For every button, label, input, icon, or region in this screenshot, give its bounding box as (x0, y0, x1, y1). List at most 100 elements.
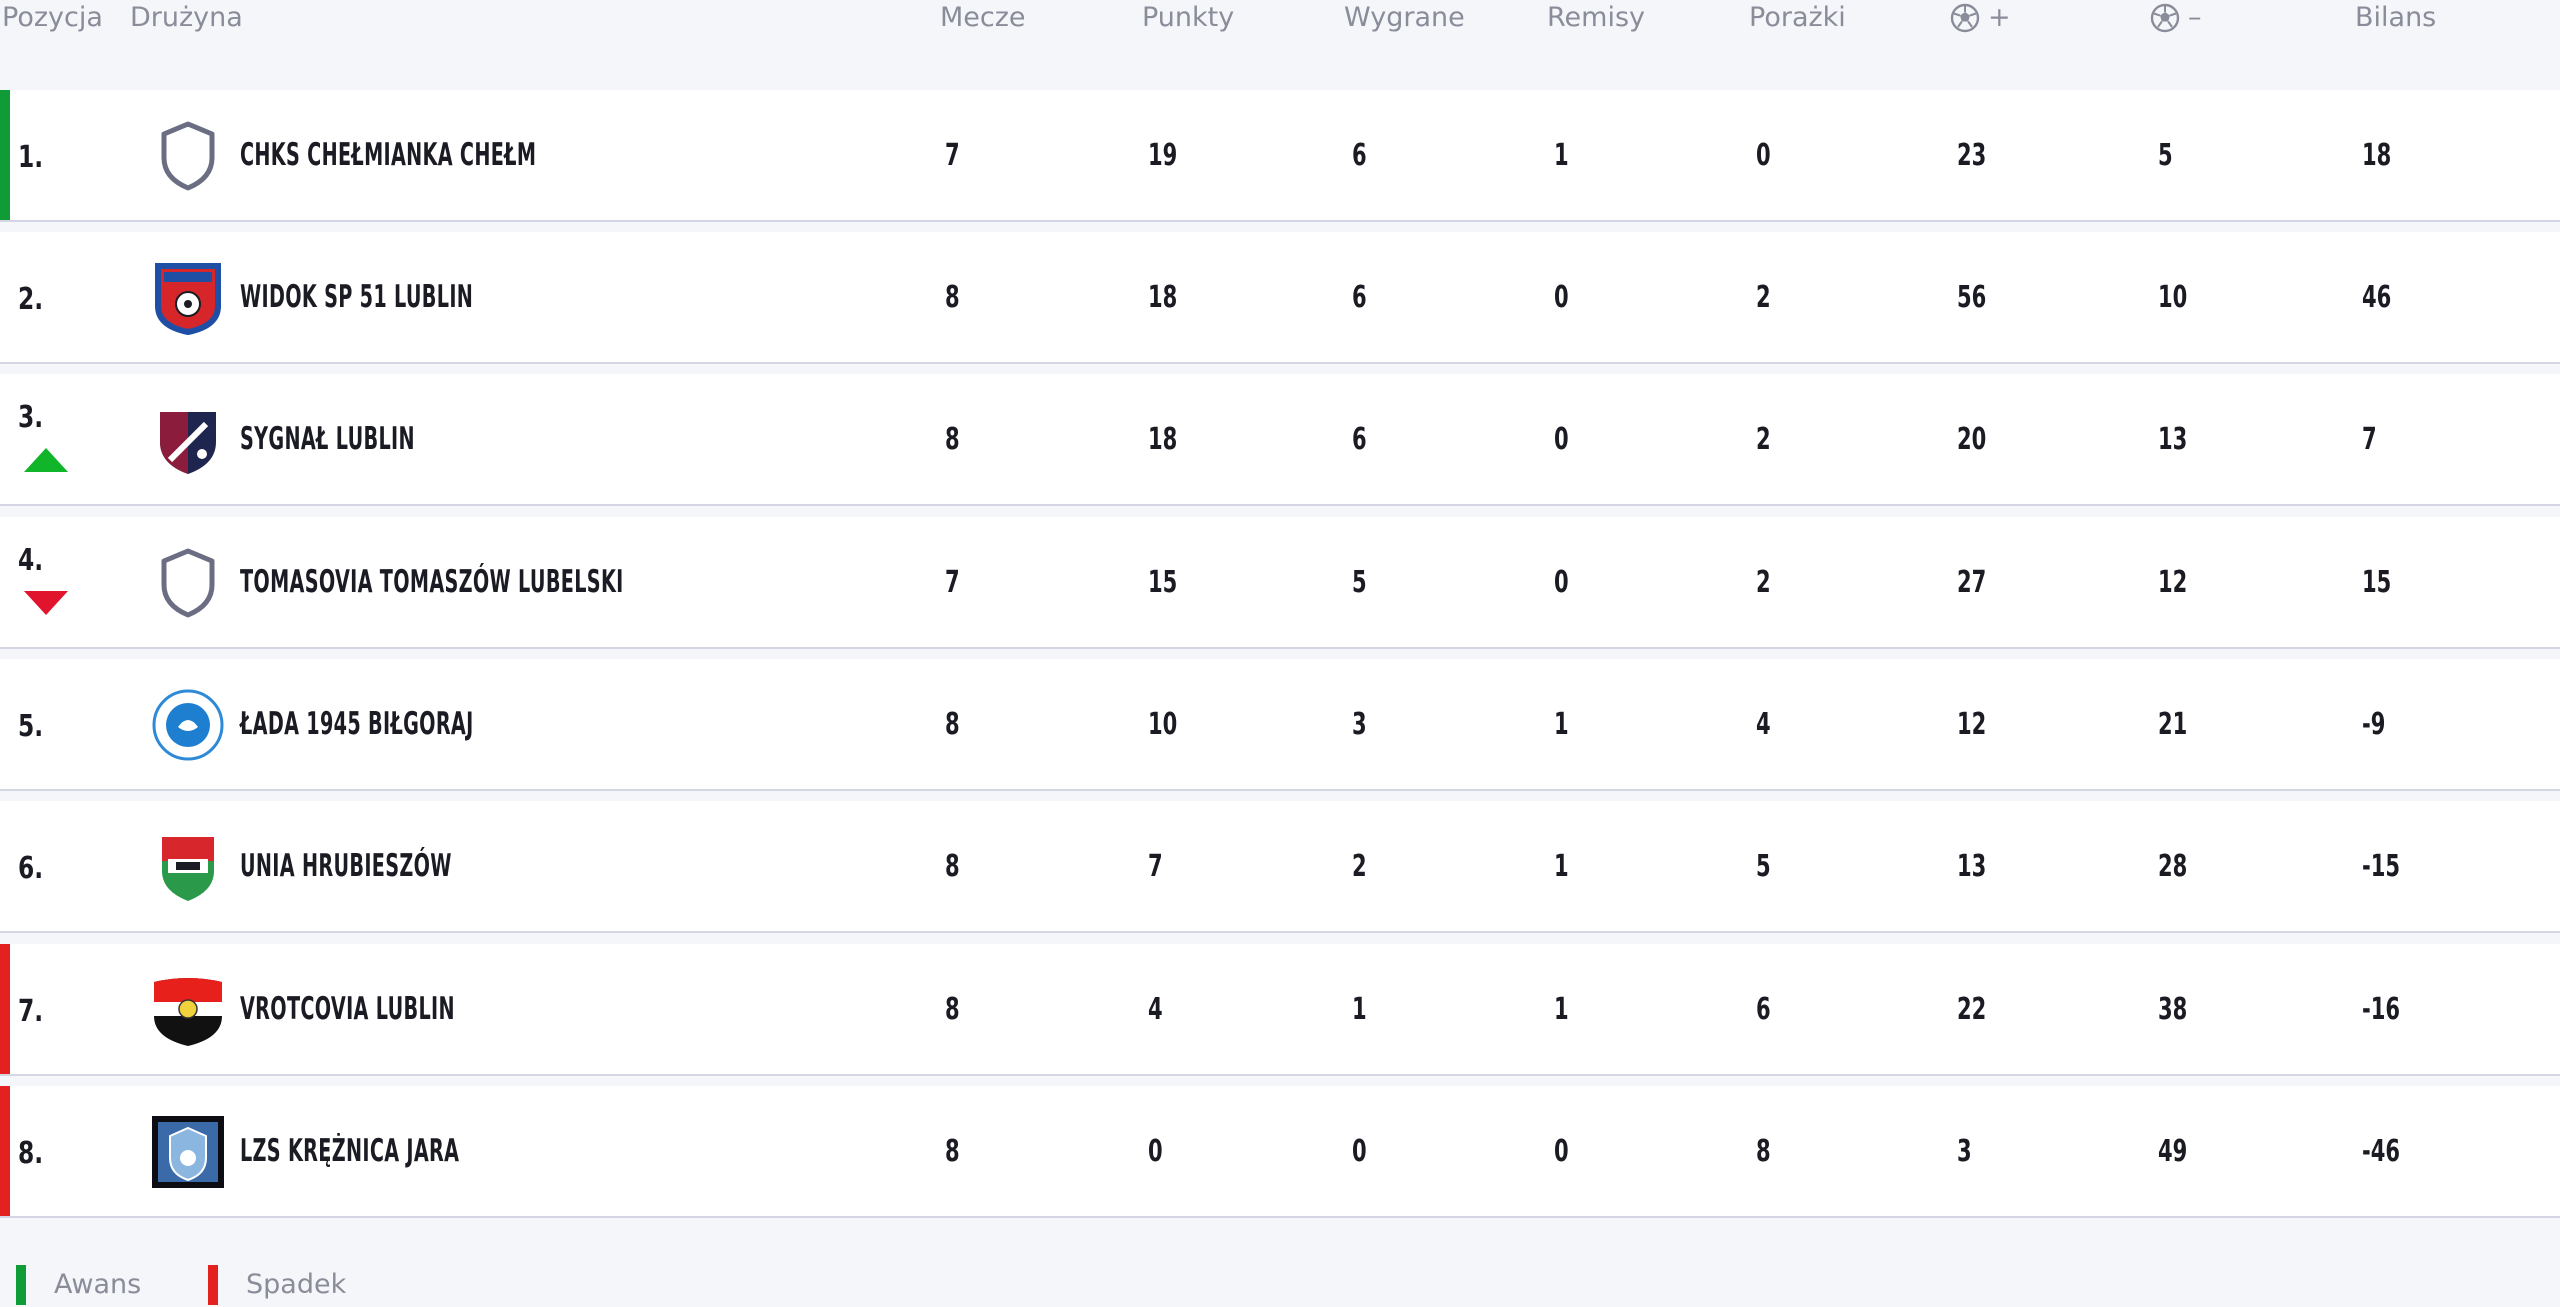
cell-ga: 13 (2158, 421, 2188, 457)
relegation-marker (208, 1264, 218, 1305)
cell-points: 10 (1148, 706, 1178, 742)
team-name[interactable]: LZS KRĘŻNICA JARA (240, 1086, 459, 1216)
table-row[interactable]: 7. VROTCOVIA LUBLIN 8 4 1 1 6 22 38 -16 (0, 944, 2560, 1076)
legend-relegation-label: Spadek (246, 1269, 347, 1300)
relegation-stripe (0, 1086, 10, 1216)
cell-gf: 27 (1957, 564, 1987, 600)
cell-ga: 49 (2158, 1133, 2188, 1169)
cell-points: 18 (1148, 279, 1178, 315)
header-team[interactable]: Drużyna (130, 2, 243, 33)
header-losses[interactable]: Porażki (1749, 2, 1846, 33)
cell-gf: 23 (1957, 137, 1987, 173)
cell-draws: 1 (1554, 848, 1569, 884)
cell-balance: -46 (2362, 1133, 2401, 1169)
promotion-stripe (0, 90, 10, 220)
position-number: 1. (18, 140, 44, 175)
cell-balance: -15 (2362, 848, 2401, 884)
cell-wins: 2 (1352, 848, 1367, 884)
header-goals-against[interactable]: – (2150, 2, 2202, 33)
header-position[interactable]: Pozycja (2, 2, 103, 33)
cell-balance: 15 (2362, 564, 2392, 600)
cell-losses: 2 (1756, 564, 1771, 600)
table-row[interactable]: 6. UNIA HRUBIESZÓW 8 7 2 1 5 13 28 -15 (0, 801, 2560, 933)
cell-ga: 10 (2158, 279, 2188, 315)
team-name[interactable]: VROTCOVIA LUBLIN (240, 944, 455, 1074)
cell-wins: 1 (1352, 991, 1367, 1027)
header-draws[interactable]: Remisy (1547, 2, 1645, 33)
cell-losses: 0 (1756, 137, 1771, 173)
team-name[interactable]: SYGNAŁ LUBLIN (240, 374, 415, 504)
cell-points: 15 (1148, 564, 1178, 600)
cell-points: 4 (1148, 991, 1163, 1027)
cell-gf: 3 (1957, 1133, 1972, 1169)
cell-draws: 0 (1554, 564, 1569, 600)
header-balance[interactable]: Bilans (2355, 2, 2436, 33)
cell-ga: 38 (2158, 991, 2188, 1027)
league-table: Pozycja Drużyna Mecze Punkty Wygrane Rem… (0, 0, 2560, 1307)
cell-points: 0 (1148, 1133, 1163, 1169)
legend-promotion-label: Awans (54, 1269, 142, 1300)
cell-wins: 6 (1352, 137, 1367, 173)
header-goals-for[interactable]: + (1950, 2, 2011, 33)
trend-up-icon (24, 448, 68, 472)
cell-played: 7 (945, 137, 960, 173)
table-row[interactable]: 4. TOMASOVIA TOMASZÓW LUBELSKI 7 15 5 0 2 27 12 1… (0, 517, 2560, 649)
cell-points: 19 (1148, 137, 1178, 173)
cell-played: 8 (945, 991, 960, 1027)
table-row[interactable]: 5. ŁADA 1945 BIŁGORAJ 8 10 3 1 4 12 21 -9 (0, 659, 2560, 791)
cell-played: 8 (945, 848, 960, 884)
trend-down-icon (24, 591, 68, 615)
cell-played: 7 (945, 564, 960, 600)
position-number: 6. (18, 851, 44, 886)
table-row[interactable]: 8. LZS KRĘŻNICA JARA 8 0 0 0 8 3 49 -46 (0, 1086, 2560, 1218)
header-wins[interactable]: Wygrane (1344, 2, 1465, 33)
cell-draws: 0 (1554, 421, 1569, 457)
position-number: 2. (18, 282, 44, 317)
cell-wins: 3 (1352, 706, 1367, 742)
cell-wins: 0 (1352, 1133, 1367, 1169)
cell-balance: -9 (2362, 706, 2386, 742)
team-name[interactable]: WIDOK SP 51 LUBLIN (240, 232, 473, 362)
table-row[interactable]: 1. CHKS CHEŁMIANKA CHEŁM 7 19 6 1 0 23 5 18 (0, 90, 2560, 222)
cell-balance: -16 (2362, 991, 2401, 1027)
team-name[interactable]: UNIA HRUBIESZÓW (240, 801, 452, 931)
cell-draws: 0 (1554, 1133, 1569, 1169)
cell-ga: 12 (2158, 564, 2188, 600)
header-goals-against-label: – (2188, 2, 2202, 33)
cell-gf: 22 (1957, 991, 1987, 1027)
relegation-stripe (0, 944, 10, 1074)
football-icon (2150, 3, 2180, 32)
cell-draws: 0 (1554, 279, 1569, 315)
cell-balance: 7 (2362, 421, 2377, 457)
football-icon (1950, 3, 1980, 32)
team-name[interactable]: CHKS CHEŁMIANKA CHEŁM (240, 90, 536, 220)
position-number: 5. (18, 709, 44, 744)
header-goals-for-label: + (1988, 2, 2011, 33)
legend-promotion: Awans (16, 1262, 141, 1307)
team-name[interactable]: TOMASOVIA TOMASZÓW LUBELSKI (240, 517, 624, 647)
team-name[interactable]: ŁADA 1945 BIŁGORAJ (240, 659, 474, 789)
cell-balance: 46 (2362, 279, 2392, 315)
cell-losses: 5 (1756, 848, 1771, 884)
legend: Awans Spadek (0, 1262, 2560, 1307)
cell-losses: 2 (1756, 421, 1771, 457)
header-points[interactable]: Punkty (1142, 2, 1234, 33)
cell-gf: 20 (1957, 421, 1987, 457)
cell-ga: 21 (2158, 706, 2188, 742)
table-row[interactable]: 3. SYGNAŁ LUBLIN 8 18 6 0 2 20 13 7 (0, 374, 2560, 506)
table-row[interactable]: 2. WIDOK SP 51 LUBLIN 8 18 6 0 2 56 10 46 (0, 232, 2560, 364)
header-played[interactable]: Mecze (940, 2, 1026, 33)
cell-wins: 5 (1352, 564, 1367, 600)
cell-wins: 6 (1352, 279, 1367, 315)
cell-balance: 18 (2362, 137, 2392, 173)
cell-draws: 1 (1554, 706, 1569, 742)
promotion-marker (16, 1264, 26, 1305)
position-number: 4. (18, 543, 44, 578)
cell-points: 18 (1148, 421, 1178, 457)
cell-losses: 6 (1756, 991, 1771, 1027)
position-number: 7. (18, 994, 44, 1029)
cell-ga: 28 (2158, 848, 2188, 884)
cell-draws: 1 (1554, 137, 1569, 173)
position-number: 3. (18, 400, 44, 435)
cell-losses: 4 (1756, 706, 1771, 742)
